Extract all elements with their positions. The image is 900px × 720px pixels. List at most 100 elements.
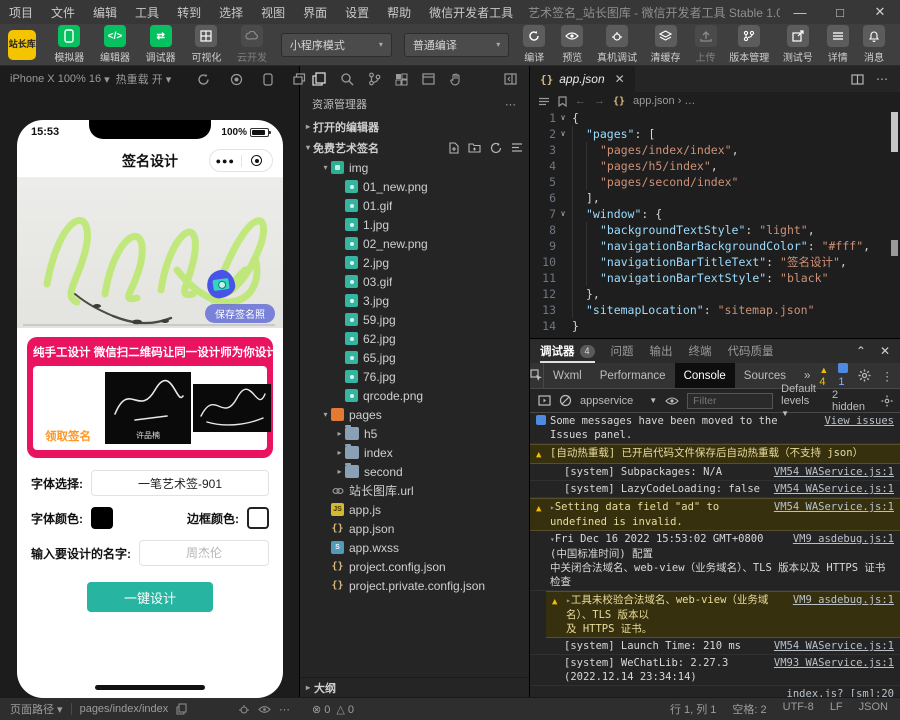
outline-toggle-icon[interactable]	[538, 97, 550, 106]
save-signature-button[interactable]: 保存签名照	[205, 304, 275, 323]
collapse-sidebar-icon[interactable]	[504, 73, 517, 85]
fold-icon[interactable]: ∨	[556, 110, 570, 126]
console-row-warn[interactable]: ▲[自动热重载] 已开启代码文件保存后自动热重载（不支持 json）	[530, 444, 900, 464]
sim-multiwindow-icon[interactable]	[293, 73, 306, 85]
tree-item-03.gif[interactable]: 03.gif	[300, 272, 529, 291]
console-row-warn[interactable]: ▲VM9 asdebug.js:1▸工具未校验合法域名、web-view（业务域…	[546, 591, 900, 638]
clear-console-icon[interactable]	[559, 394, 572, 407]
error-count[interactable]: ⊗ 0	[312, 703, 330, 716]
menu-转到[interactable]: 转到	[168, 4, 210, 21]
tab-debugger[interactable]: 调试器 4	[540, 339, 595, 363]
expand-icon[interactable]: ▸	[566, 594, 571, 605]
close-button[interactable]: ✕	[860, 0, 900, 24]
tree-item-02_new.png[interactable]: 02_new.png	[300, 234, 529, 253]
editor-button[interactable]: </> 编辑器	[93, 25, 137, 64]
compile-button[interactable]: 编译	[516, 25, 552, 64]
fold-icon[interactable]: ∨	[556, 126, 570, 142]
tree-item-app.json[interactable]: {}app.json	[300, 519, 529, 538]
get-signature-link[interactable]: 领取签名	[45, 428, 91, 444]
extensions-icon[interactable]	[395, 73, 408, 86]
visualize-button[interactable]: 可视化	[185, 25, 229, 64]
source-link[interactable]: View issues	[824, 414, 894, 428]
issue-count[interactable]: 1	[838, 363, 848, 388]
console-settings-icon[interactable]	[881, 395, 893, 407]
fold-icon[interactable]: ∨	[556, 206, 570, 222]
tree-item-2.jpg[interactable]: 2.jpg	[300, 253, 529, 272]
preview-button[interactable]: 预览	[554, 25, 590, 64]
promo-banner[interactable]: 纯手工设计 微信扫二维码让同一设计师为你设计 许品楠 领取签名	[27, 337, 273, 458]
tree-item-59.jpg[interactable]: 59.jpg	[300, 310, 529, 329]
warning-count[interactable]: ▲ 4	[819, 364, 828, 388]
refresh-explorer-icon[interactable]	[490, 142, 502, 154]
sim-record-icon[interactable]	[230, 73, 243, 86]
page-path-select[interactable]: 页面路径 ▾	[10, 701, 63, 717]
console-row-sys[interactable]: VM54 WAService.js:1[system] Subpackages:…	[530, 464, 900, 481]
tree-item-01_new.png[interactable]: 01_new.png	[300, 177, 529, 196]
source-link[interactable]: VM54 WAService.js:1	[774, 482, 894, 496]
inspect-element-icon[interactable]	[530, 363, 544, 388]
menu-视图[interactable]: 视图	[252, 4, 294, 21]
menu-编辑[interactable]: 编辑	[84, 4, 126, 21]
test-account-button[interactable]: 测试号	[777, 25, 819, 64]
tree-item-app.js[interactable]: JSapp.js	[300, 500, 529, 519]
menu-微信开发者工具[interactable]: 微信开发者工具	[420, 4, 522, 21]
console-row-log[interactable]: VM9 asdebug.js:1▾Fri Dec 16 2022 15:53:0…	[530, 531, 900, 591]
expand-icon[interactable]: ▸	[550, 501, 555, 512]
tree-item-3.jpg[interactable]: 3.jpg	[300, 291, 529, 310]
devtools-settings-icon[interactable]	[858, 369, 871, 382]
menu-文件[interactable]: 文件	[42, 4, 84, 21]
close-tab-icon[interactable]: ✕	[615, 72, 625, 86]
copy-path-icon[interactable]	[176, 703, 187, 715]
tree-item-second[interactable]: ▸second	[300, 462, 529, 481]
warning-count-status[interactable]: △ 0	[336, 703, 354, 716]
menu-选择[interactable]: 选择	[210, 4, 252, 21]
bookmark-icon[interactable]	[558, 96, 567, 107]
menu-设置[interactable]: 设置	[336, 4, 378, 21]
sb-bug-icon[interactable]	[238, 703, 250, 715]
version-manage-button[interactable]: 版本管理	[724, 25, 775, 64]
maximize-button[interactable]: □	[820, 0, 860, 24]
console-row-sys[interactable]: VM93 WAService.js:1[system] WeChatLib: 2…	[530, 655, 900, 686]
eol-setting[interactable]: LF	[830, 701, 843, 717]
tree-item-pages[interactable]: ▾pages	[300, 405, 529, 424]
design-button[interactable]: 一键设计	[87, 582, 213, 612]
tree-item-1.jpg[interactable]: 1.jpg	[300, 215, 529, 234]
new-folder-icon[interactable]	[468, 142, 481, 153]
console-sidebar-icon[interactable]	[538, 395, 551, 406]
source-link[interactable]: VM93 WAService.js:1	[774, 656, 894, 670]
sb-eye-icon[interactable]	[258, 705, 271, 714]
tree-item-app.wxss[interactable]: Sapp.wxss	[300, 538, 529, 557]
console-row-sys[interactable]: VM54 WAService.js:1[system] Launch Time:…	[530, 638, 900, 655]
menu-工具[interactable]: 工具	[126, 4, 168, 21]
tree-item-img[interactable]: ▾img	[300, 158, 529, 177]
context-select[interactable]: appservice▼	[580, 395, 657, 407]
source-link[interactable]: VM9 asdebug.js:1	[793, 593, 894, 607]
indent-setting[interactable]: 空格: 2	[732, 701, 766, 717]
collapse-panel-icon[interactable]: ⌃	[856, 344, 866, 358]
tab-output[interactable]: 输出	[650, 343, 673, 359]
console-filter-input[interactable]	[687, 393, 773, 409]
menu-项目[interactable]: 项目	[0, 4, 42, 21]
sim-device-icon[interactable]	[263, 73, 273, 86]
source-link[interactable]: VM9 asdebug.js:1	[793, 532, 894, 546]
encoding[interactable]: UTF-8	[783, 701, 814, 717]
details-button[interactable]: 详情	[821, 25, 855, 64]
font-color-swatch[interactable]	[91, 507, 113, 529]
devtools-tab-console[interactable]: Console	[675, 363, 735, 388]
breadcrumb[interactable]: app.json › …	[633, 95, 695, 107]
sim-refresh-icon[interactable]	[197, 73, 210, 86]
editor-scrollbar[interactable]	[891, 112, 898, 152]
tree-item-project.private.config.json[interactable]: {}project.private.config.json	[300, 576, 529, 595]
hidden-count[interactable]: 2 hidden	[832, 389, 865, 413]
menu-帮助[interactable]: 帮助	[378, 4, 420, 21]
source-link[interactable]: VM54 WAService.js:1	[774, 639, 894, 653]
tree-item-76.jpg[interactable]: 76.jpg	[300, 367, 529, 386]
console-row-warn[interactable]: ▲VM54 WAService.js:1▸Setting data field …	[530, 498, 900, 531]
console-log[interactable]: View issuesSome messages have been moved…	[530, 413, 900, 697]
explorer-more-icon[interactable]: ⋯	[505, 98, 517, 111]
source-link[interactable]: VM54 WAService.js:1	[774, 465, 894, 479]
tree-item-62.jpg[interactable]: 62.jpg	[300, 329, 529, 348]
sb-more-icon[interactable]: ⋯	[279, 703, 290, 716]
debugger-button[interactable]: ⇄ 调试器	[139, 25, 183, 64]
project-section[interactable]: ▾ 免费艺术签名	[300, 137, 529, 158]
